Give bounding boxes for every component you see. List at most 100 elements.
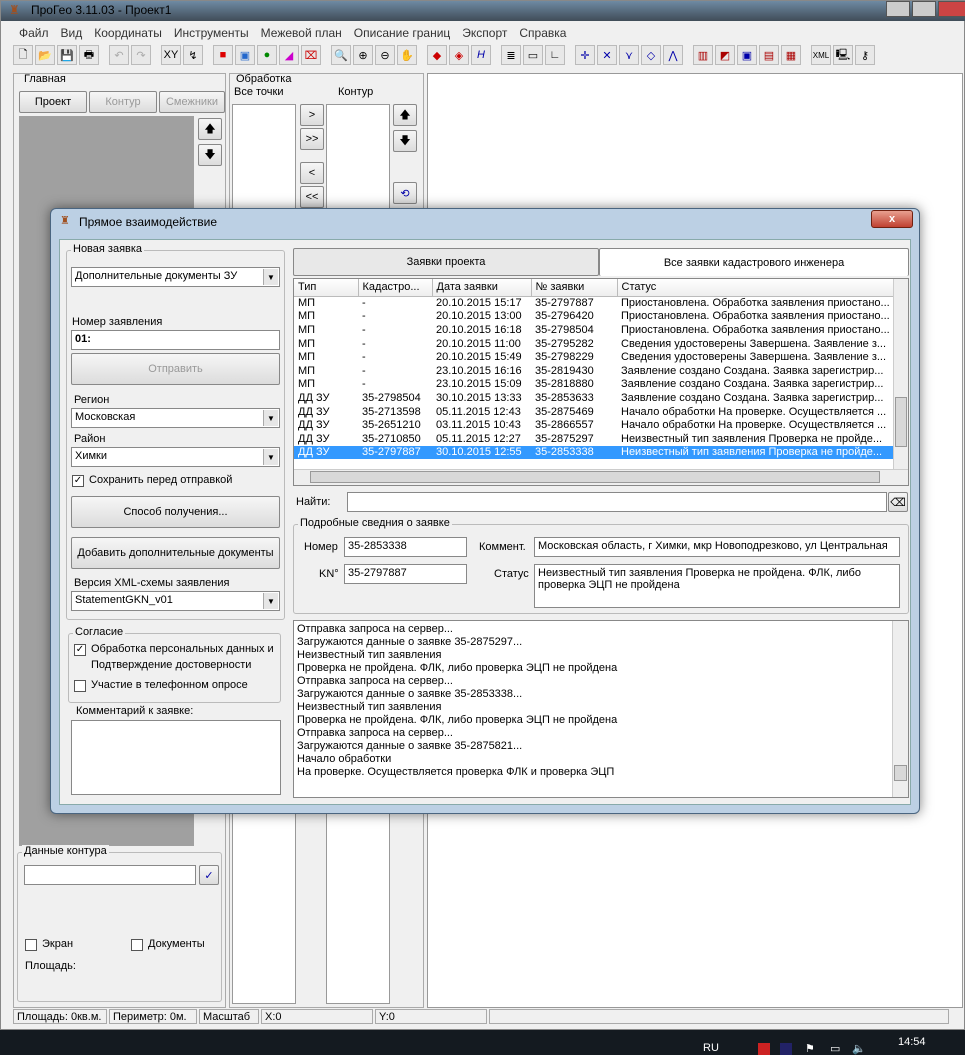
key-icon[interactable]: ⚷	[855, 45, 875, 65]
table-row[interactable]: ДД ЗУ 35-2710850 05.11.2015 12:27 35-287529…	[294, 432, 894, 446]
intersect-icon[interactable]: ✕	[597, 45, 617, 65]
menu-export[interactable]: Экспорт	[456, 23, 513, 43]
tab-all-requests[interactable]: Все заявки кадастрового инженера	[599, 248, 909, 276]
move-up-button[interactable]: 🡅	[198, 118, 222, 140]
send-button[interactable]: Отправить	[71, 353, 280, 385]
table-horizontal-scrollbar[interactable]	[294, 469, 908, 485]
table-row[interactable]: МП - 23.10.2015 15:09 35-2818880 Заявление с…	[294, 378, 894, 392]
point-red-icon[interactable]: ◆	[427, 45, 447, 65]
contour-up-button[interactable]: 🡅	[393, 104, 417, 126]
rhombus-icon[interactable]: ◇	[641, 45, 661, 65]
move-down-button[interactable]: 🡇	[198, 144, 222, 166]
table-row[interactable]: МП - 20.10.2015 16:18 35-2798504 Приостановл…	[294, 323, 894, 337]
request-type-select[interactable]: Дополнительные документы ЗУ ▼	[71, 267, 280, 287]
xml-icon[interactable]: XML	[811, 45, 831, 65]
point-edit-icon[interactable]: ◈	[449, 45, 469, 65]
menu-help[interactable]: Справка	[513, 23, 572, 43]
apply-check-button[interactable]: ✓	[199, 865, 219, 885]
screen-checkbox[interactable]	[25, 939, 37, 951]
xml-version-select[interactable]: StatementGKN_v01 ▼	[71, 591, 280, 611]
print-icon[interactable]: 🖶	[79, 45, 99, 65]
fork-icon[interactable]: ⋎	[619, 45, 639, 65]
details-comment-field[interactable]: Московская область, г Химки, мкр Новопод…	[534, 537, 900, 557]
table-row[interactable]: МП - 20.10.2015 13:00 35-2796420 Приостановл…	[294, 310, 894, 324]
save-before-send-checkbox[interactable]: ✓	[72, 475, 84, 487]
network-tray-icon[interactable]: ▭	[830, 1042, 840, 1055]
tab-contour[interactable]: Контур	[89, 91, 157, 113]
column-header-status[interactable]: Статус	[617, 279, 894, 297]
hatch5-icon[interactable]: ▦	[781, 45, 801, 65]
details-kn-field[interactable]: 35-2797887	[344, 564, 467, 584]
column-header-date[interactable]: Дата заявки	[432, 279, 532, 297]
table-row[interactable]: ДД ЗУ 35-2797887 30.10.2015 12:55 35-285333…	[294, 445, 894, 460]
list-icon[interactable]: ≣	[501, 45, 521, 65]
crop-icon[interactable]: ⌧	[301, 45, 321, 65]
add-point-button[interactable]: >	[300, 104, 324, 126]
zoom-out-icon[interactable]: ⊖	[375, 45, 395, 65]
table-row[interactable]: ДД ЗУ 35-2798504 30.10.2015 13:33 35-285363…	[294, 391, 894, 405]
table-row[interactable]: ДД ЗУ 35-2713598 05.11.2015 12:43 35-287546…	[294, 405, 894, 419]
remove-point-button[interactable]: <	[300, 162, 324, 184]
menu-view[interactable]: Вид	[55, 23, 89, 43]
remove-all-points-button[interactable]: <<	[300, 186, 324, 208]
zoom-in-icon[interactable]: ⊕	[353, 45, 373, 65]
table-row[interactable]: МП - 20.10.2015 11:00 35-2795282 Сведения уд…	[294, 337, 894, 351]
gradient-icon[interactable]: ◢	[279, 45, 299, 65]
personal-data-checkbox[interactable]: ✓	[74, 644, 86, 656]
table-row[interactable]: МП - 20.10.2015 15:17 35-2797887 Приостановл…	[294, 296, 894, 310]
table-row[interactable]: МП - 20.10.2015 15:49 35-2798229 Сведения уд…	[294, 350, 894, 364]
dialog-close-button[interactable]: x	[871, 210, 913, 228]
menu-coordinates[interactable]: Координаты	[88, 23, 168, 43]
map-icon[interactable]: ▣	[235, 45, 255, 65]
save-icon[interactable]: 💾	[57, 45, 77, 65]
angle-icon[interactable]: ∟	[545, 45, 565, 65]
antivirus-tray-icon[interactable]	[758, 1043, 770, 1055]
comment-textarea[interactable]	[71, 720, 281, 795]
punto-tray-icon[interactable]	[780, 1043, 792, 1055]
documents-checkbox[interactable]	[131, 939, 143, 951]
new-icon[interactable]: 🗋	[13, 45, 33, 65]
redo-icon[interactable]: ↷	[131, 45, 151, 65]
contour-data-input[interactable]	[24, 865, 196, 885]
log-scrollbar[interactable]	[892, 621, 908, 797]
ruler-icon[interactable]: ▭	[523, 45, 543, 65]
computer-icon[interactable]: 🖳	[833, 45, 853, 65]
height-icon[interactable]: H	[471, 45, 491, 65]
flag-tray-icon[interactable]: ⚑	[805, 1042, 815, 1055]
import-xy-icon[interactable]: XY	[161, 45, 181, 65]
polyline-icon[interactable]: ⋀	[663, 45, 683, 65]
undo-icon[interactable]: ↶	[109, 45, 129, 65]
column-header-number[interactable]: № заявки	[531, 279, 618, 297]
add-documents-button[interactable]: Добавить дополнительные документы	[71, 537, 280, 569]
requests-table[interactable]: Тип Кадастро... Дата заявки № заявки Ста…	[293, 278, 909, 486]
hatch1-icon[interactable]: ▥	[693, 45, 713, 65]
table-vertical-scrollbar[interactable]	[893, 279, 908, 469]
zoom-fit-icon[interactable]: 🔍	[331, 45, 351, 65]
table-row[interactable]: МП - 23.10.2015 16:16 35-2819430 Заявление с…	[294, 364, 894, 378]
hatch2-icon[interactable]: ◩	[715, 45, 735, 65]
hatch4-icon[interactable]: ▤	[759, 45, 779, 65]
table-row[interactable]: ДД ЗУ 35-2651210 03.11.2015 10:43 35-286655…	[294, 418, 894, 432]
snap-point-icon[interactable]: ✛	[575, 45, 595, 65]
scrollbar-thumb[interactable]	[895, 397, 907, 447]
eraser-icon[interactable]: ⌫	[888, 492, 908, 512]
menu-tools[interactable]: Инструменты	[168, 23, 255, 43]
column-header-cadastral[interactable]: Кадастро...	[358, 279, 433, 297]
region-select[interactable]: Московская ▼	[71, 408, 280, 428]
maximize-button[interactable]	[912, 1, 936, 17]
menu-file[interactable]: Файл	[13, 23, 55, 43]
log-textarea[interactable]: Отправка запроса на сервер... Загружаются…	[293, 620, 909, 798]
tab-project[interactable]: Проект	[19, 91, 87, 113]
globe-icon[interactable]: ●	[257, 45, 277, 65]
find-input[interactable]	[347, 492, 887, 512]
layer-icon[interactable]: ■	[213, 45, 233, 65]
request-number-input[interactable]: 01:	[71, 330, 280, 350]
open-icon[interactable]: 📂	[35, 45, 55, 65]
details-number-field[interactable]: 35-2853338	[344, 537, 467, 557]
receive-method-button[interactable]: Способ получения...	[71, 496, 280, 528]
tab-neighbors[interactable]: Смежники	[159, 91, 225, 113]
close-button[interactable]	[938, 1, 965, 17]
volume-tray-icon[interactable]: 🔈	[852, 1042, 866, 1055]
pan-hand-icon[interactable]: ✋	[397, 45, 417, 65]
minimize-button[interactable]	[886, 1, 910, 17]
